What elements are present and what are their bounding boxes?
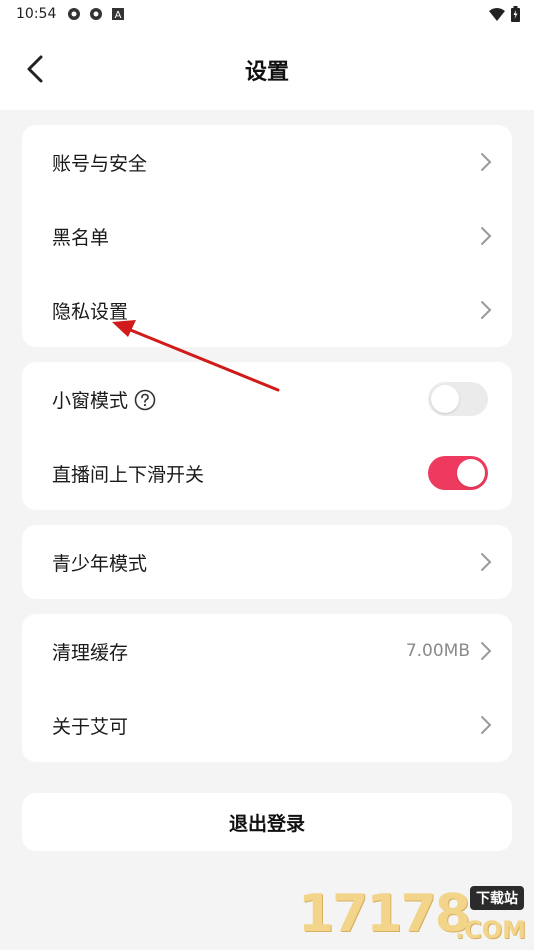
chevron-right-icon — [481, 642, 492, 660]
chevron-right-icon — [481, 553, 492, 571]
mini-window-label: 小窗模式 — [52, 389, 129, 412]
live-swipe-toggle[interactable] — [428, 456, 488, 490]
live-swipe-item: 直播间上下滑开关 — [22, 436, 512, 510]
logout-button[interactable]: 退出登录 — [22, 793, 512, 851]
status-time: 10:54 — [16, 6, 57, 22]
watermark-logo: 17178 下载站 .COM — [298, 884, 528, 946]
question-circle-icon[interactable] — [134, 389, 156, 411]
privacy-settings-item[interactable]: 隐私设置 — [22, 273, 512, 347]
teen-mode-item[interactable]: 青少年模式 — [22, 525, 512, 599]
chevron-right-icon — [481, 227, 492, 245]
mini-window-item: 小窗模式 — [22, 362, 512, 436]
chevron-right-icon — [481, 301, 492, 319]
watermark-number: 17178 — [298, 884, 471, 944]
blacklist-item[interactable]: 黑名单 — [22, 199, 512, 273]
watermark-badge: 下载站 — [470, 886, 524, 910]
settings-group-misc: 清理缓存 7.00MB 关于艾可 — [22, 614, 512, 762]
row-label: 青少年模式 — [52, 552, 148, 575]
about-item[interactable]: 关于艾可 — [22, 688, 512, 762]
settings-group-account: 账号与安全 黑名单 隐私设置 — [22, 125, 512, 347]
row-label: 隐私设置 — [52, 300, 129, 323]
chevron-right-icon — [481, 153, 492, 171]
clear-cache-item[interactable]: 清理缓存 7.00MB — [22, 614, 512, 688]
settings-gear-icon — [66, 6, 82, 22]
toggle-knob — [457, 459, 485, 487]
mini-window-toggle[interactable] — [428, 382, 488, 416]
toggle-knob — [431, 385, 459, 413]
svg-text:A: A — [115, 10, 122, 21]
row-label: 清理缓存 — [52, 641, 129, 664]
status-notification-icons: A — [66, 6, 126, 22]
row-label: 账号与安全 — [52, 152, 148, 175]
status-system-icons — [489, 6, 520, 26]
cache-size-value: 7.00MB — [405, 641, 470, 661]
settings-group-teen: 青少年模式 — [22, 525, 512, 599]
battery-icon — [511, 6, 520, 26]
row-label: 直播间上下滑开关 — [52, 463, 205, 486]
status-bar: 10:54 A — [0, 0, 534, 28]
page-header: 设置 — [0, 28, 534, 110]
watermark-suffix: .COM — [454, 916, 526, 944]
wifi-icon — [489, 7, 505, 26]
account-security-item[interactable]: 账号与安全 — [22, 125, 512, 199]
row-label: 黑名单 — [52, 226, 110, 249]
settings-gear-icon — [88, 6, 104, 22]
row-label: 关于艾可 — [52, 715, 129, 738]
a-box-icon: A — [110, 6, 126, 22]
page-title: 设置 — [244, 60, 289, 85]
row-label: 小窗模式 — [52, 386, 156, 413]
settings-group-playback: 小窗模式 直播间上下滑开关 — [22, 362, 512, 510]
chevron-right-icon — [481, 716, 492, 734]
